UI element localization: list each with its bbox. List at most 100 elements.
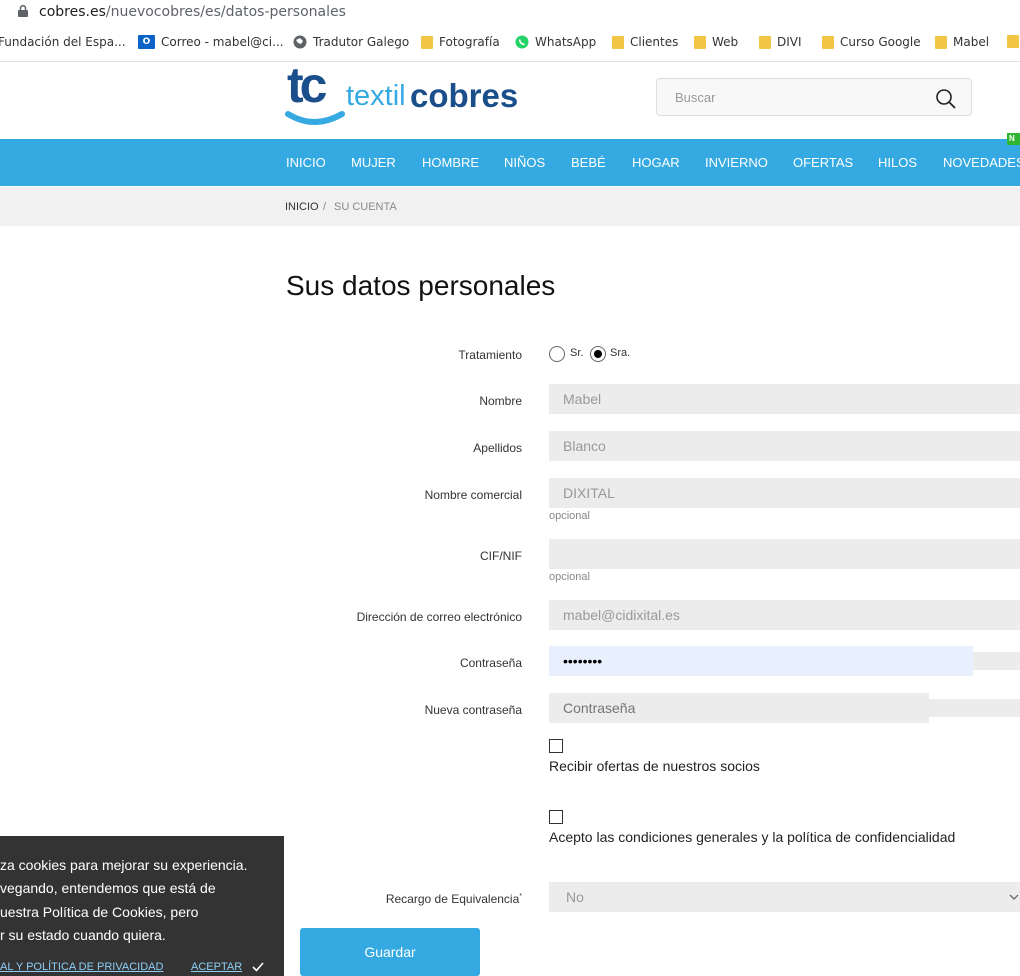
logo-mark: tc [287,57,328,113]
recargo-select[interactable]: No [549,882,1020,912]
folder-icon [822,35,834,49]
radio-sr-label: Sr. [570,347,584,359]
cookie-banner: za cookies para mejorar su experiencia. … [0,836,284,976]
logo-text-light: textil [346,80,406,112]
folder-icon [421,35,433,49]
apellidos-field[interactable] [549,431,1020,461]
bookmark-label: DIVI [777,35,802,49]
offers-checkbox[interactable] [549,739,563,753]
whatsapp-icon [515,35,529,49]
breadcrumb-separator: / [323,201,327,213]
nav-item-bebe[interactable]: BEBÉ [571,155,606,170]
accept-cookies-link[interactable]: ACEPTAR [191,961,242,973]
nav-item-ofertas[interactable]: OFERTAS [793,155,853,170]
nombre-comercial-field[interactable] [549,478,1020,508]
radio-sra-label: Sra. [610,347,631,359]
url-domain: cobres.es [39,4,106,20]
nav-item-hogar[interactable]: HOGAR [632,155,680,170]
nav-item-hombre[interactable]: HOMBRE [422,155,479,170]
cif-label: CIF/NIF [480,549,522,563]
bookmark-label: Mabel [953,35,990,49]
bookmark-item[interactable]: Clientes [612,35,678,49]
logo-text-bold: cobres [410,77,519,114]
bookmark-item[interactable]: Curso Google [822,35,921,49]
terms-label: Acepto las condiciones generales y la po… [549,829,956,845]
search-input[interactable] [657,79,963,115]
bookmark-label: Fotografía [439,35,500,49]
breadcrumb-current: SU CUENTA [334,201,397,213]
bookmark-label: Fundación del Espa... [0,35,126,49]
new-password-label: Nueva contraseña [424,703,522,717]
optional-hint: opcional [549,571,590,583]
password-label: Contraseña [459,656,522,670]
bookmark-item[interactable]: Mabel [935,35,989,49]
check-icon [252,962,264,972]
url-path: /nuevocobres/es/datos-personales [105,4,346,20]
bookmark-item[interactable]: Fundación del Espa... [0,35,126,49]
search-box [656,78,972,116]
cookie-text: r su estado cuando quiera. [0,927,166,943]
bookmark-item[interactable]: WhatsApp [515,35,596,49]
recargo-label-text: Recargo de Equivalencia [385,892,520,906]
url-text[interactable]: cobres.es/nuevocobres/es/datos-personale… [39,4,346,20]
bookmark-item[interactable]: O Correo - mabel@ci... [138,35,284,49]
bookmark-item[interactable]: Fotografía [421,35,500,49]
nav-item-inicio[interactable]: INICIO [286,155,326,170]
bookmark-label: Correo - mabel@ci... [161,35,284,49]
bookmark-label: Web [712,35,739,49]
bookmark-label: WhatsApp [535,35,597,49]
comercial-label: Nombre comercial [424,488,522,502]
tratamiento-label: Tratamiento [458,348,522,362]
divider [0,61,1020,62]
bookmark-label: Curso Google [840,35,921,49]
folder-icon [612,35,624,49]
new-badge: N [1007,133,1020,145]
main-nav: INICIO MUJER HOMBRE NIÑOS BEBÉ HOGAR INV… [0,139,1020,186]
optional-hint: opcional [549,510,590,522]
nav-item-novedades[interactable]: NOVEDADES [943,155,1020,170]
nav-item-invierno[interactable]: INVIERNO [705,155,768,170]
radio-sra[interactable] [590,346,606,362]
globe-icon [293,35,307,49]
nombre-label: Nombre [479,394,522,408]
bookmarks-bar: Fundación del Espa... O Correo - mabel@c… [0,30,1020,56]
password-field-track [973,652,1020,670]
new-password-field-track [929,699,1020,717]
address-bar[interactable]: cobres.es/nuevocobres/es/datos-personale… [0,0,1020,26]
required-marker: * [519,893,522,900]
new-password-field[interactable] [549,693,929,723]
bookmark-label: Tradutor Galego [313,35,410,49]
cookie-text: za cookies para mejorar su experiencia. [0,857,248,873]
nav-item-ninos[interactable]: NIÑOS [504,155,545,170]
email-label: Dirección de correo electrónico [356,610,522,624]
nav-item-mujer[interactable]: MUJER [351,155,396,170]
nav-item-hilos[interactable]: HILOS [878,155,917,170]
folder-icon [759,35,771,49]
save-button[interactable]: Guardar [300,928,480,976]
folder-icon [1007,35,1019,48]
terms-checkbox[interactable] [549,810,563,824]
offers-label: Recibir ofertas de nuestros socios [549,758,760,774]
breadcrumb-home[interactable]: INICIO [285,201,319,213]
page-title: Sus datos personales [286,270,556,301]
cif-field[interactable] [549,539,1020,569]
search-icon[interactable] [935,88,957,110]
email-field[interactable] [549,600,1020,630]
apellidos-label: Apellidos [473,441,522,455]
radio-sr[interactable] [549,346,565,362]
password-field[interactable] [549,646,973,676]
privacy-policy-link[interactable]: AL Y POLÍTICA DE PRIVACIDAD [0,961,163,973]
cookie-text: uestra Política de Cookies, pero [0,904,199,920]
bookmark-item[interactable]: Web [694,35,738,49]
recargo-select-value: No [566,889,584,905]
chevron-down-icon [1009,894,1019,900]
nombre-field[interactable] [549,384,1020,414]
bookmark-label: Clientes [630,35,679,49]
bookmark-item[interactable]: Tradutor Galego [293,35,409,49]
site-logo[interactable]: tc textil cobres [284,57,544,130]
folder-icon [935,35,947,49]
bookmark-item[interactable]: DIVI [759,35,802,49]
bookmark-item[interactable] [1007,35,1019,48]
recargo-label: Recargo de Equivalencia* [386,892,522,906]
lock-icon [18,5,28,17]
